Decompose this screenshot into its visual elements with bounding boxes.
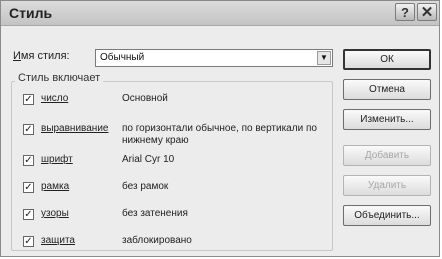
modify-button[interactable]: Изменить... bbox=[343, 109, 431, 130]
include-name: выравнивание bbox=[41, 123, 109, 134]
delete-button[interactable]: Удалить bbox=[343, 175, 431, 196]
include-value: по горизонтали обычное, по вертикали по … bbox=[122, 123, 317, 146]
style-includes-label: Стиль включает bbox=[15, 72, 104, 84]
merge-button[interactable]: Объединить... bbox=[343, 205, 431, 226]
dialog-title: Стиль bbox=[9, 5, 53, 21]
title-bar: Стиль ? ✕ bbox=[1, 1, 439, 26]
include-name: шрифт bbox=[41, 154, 73, 165]
checkbox-number[interactable]: ✓ bbox=[23, 94, 34, 105]
include-name: рамка bbox=[41, 181, 70, 192]
help-button[interactable]: ? bbox=[395, 3, 415, 21]
include-name: защита bbox=[41, 235, 75, 246]
include-value: заблокировано bbox=[122, 235, 192, 246]
checkbox-protection[interactable]: ✓ bbox=[23, 236, 34, 247]
dropdown-arrow-icon[interactable]: ▼ bbox=[317, 51, 331, 65]
include-row-border: ✓ рамка без рамок bbox=[23, 180, 323, 198]
include-value: Arial Cyr 10 bbox=[122, 154, 175, 165]
include-row-alignment: ✓ выравнивание по горизонтали обычное, п… bbox=[23, 122, 323, 152]
include-row-protection: ✓ защита заблокировано bbox=[23, 234, 323, 252]
include-row-patterns: ✓ узоры без затенения bbox=[23, 207, 323, 225]
checkbox-border[interactable]: ✓ bbox=[23, 182, 34, 193]
ok-button[interactable]: ОК bbox=[343, 49, 431, 70]
include-name: узоры bbox=[41, 208, 69, 219]
checkbox-font[interactable]: ✓ bbox=[23, 155, 34, 166]
style-name-label: Имя стиля: bbox=[13, 50, 70, 62]
add-button[interactable]: Добавить bbox=[343, 145, 431, 166]
include-name: число bbox=[41, 93, 69, 104]
close-button[interactable]: ✕ bbox=[417, 3, 437, 21]
style-name-dropdown[interactable]: Обычный ▼ bbox=[95, 49, 333, 67]
checkbox-alignment[interactable]: ✓ bbox=[23, 124, 34, 135]
include-value: Основной bbox=[122, 93, 168, 104]
style-dialog: Стиль ? ✕ Имя стиля: Обычный ▼ Стиль вкл… bbox=[0, 0, 440, 257]
cancel-button[interactable]: Отмена bbox=[343, 79, 431, 100]
checkbox-patterns[interactable]: ✓ bbox=[23, 209, 34, 220]
include-value: без затенения bbox=[122, 208, 188, 219]
include-value: без рамок bbox=[122, 181, 169, 192]
include-row-number: ✓ число Основной bbox=[23, 92, 323, 110]
include-row-font: ✓ шрифт Arial Cyr 10 bbox=[23, 153, 323, 171]
style-name-value: Обычный bbox=[100, 52, 145, 63]
